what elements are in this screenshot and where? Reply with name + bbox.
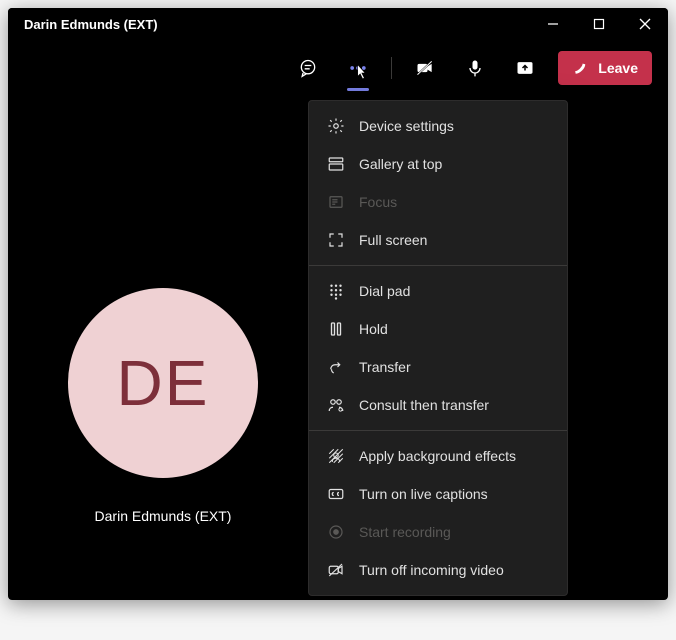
hold-icon (327, 320, 345, 338)
minimize-button[interactable] (530, 8, 576, 40)
participant-name: Darin Edmunds (EXT) (48, 508, 278, 524)
transfer-icon (327, 358, 345, 376)
microphone-icon[interactable] (458, 51, 492, 85)
fullscreen-icon (327, 231, 345, 249)
participant-tile: DE Darin Edmunds (EXT) (48, 288, 278, 524)
menu-label: Gallery at top (359, 156, 442, 172)
menu-consult-transfer[interactable]: Consult then transfer (309, 386, 567, 424)
menu-hold[interactable]: Hold (309, 310, 567, 348)
gear-icon (327, 117, 345, 135)
menu-label: Device settings (359, 118, 454, 134)
menu-label: Dial pad (359, 283, 410, 299)
dialpad-icon (327, 282, 345, 300)
menu-device-settings[interactable]: Device settings (309, 107, 567, 145)
maximize-button[interactable] (576, 8, 622, 40)
hangup-icon (572, 59, 590, 77)
menu-label: Consult then transfer (359, 397, 489, 413)
avatar-initials: DE (117, 346, 210, 420)
menu-background-effects[interactable]: Apply background effects (309, 437, 567, 475)
share-screen-icon[interactable] (508, 51, 542, 85)
menu-transfer[interactable]: Transfer (309, 348, 567, 386)
background-effects-icon (327, 447, 345, 465)
window-title: Darin Edmunds (EXT) (24, 17, 158, 32)
menu-start-recording: Start recording (309, 513, 567, 551)
menu-label: Turn off incoming video (359, 562, 504, 578)
consult-transfer-icon (327, 396, 345, 414)
menu-gallery-at-top[interactable]: Gallery at top (309, 145, 567, 183)
separator (391, 57, 392, 79)
more-actions-menu: Device settings Gallery at top Focus Ful… (308, 100, 568, 596)
call-toolbar: Leave (8, 40, 668, 96)
menu-focus: Focus (309, 183, 567, 221)
menu-separator (309, 265, 567, 266)
leave-button[interactable]: Leave (558, 51, 652, 85)
menu-separator (309, 430, 567, 431)
camera-off-icon[interactable] (408, 51, 442, 85)
menu-label: Hold (359, 321, 388, 337)
close-button[interactable] (622, 8, 668, 40)
menu-label: Turn on live captions (359, 486, 488, 502)
gallery-icon (327, 155, 345, 173)
record-icon (327, 523, 345, 541)
teams-call-window: Darin Edmunds (EXT) (8, 8, 668, 600)
window-controls (530, 8, 668, 40)
leave-label: Leave (598, 60, 638, 76)
focus-icon (327, 193, 345, 211)
menu-label: Full screen (359, 232, 427, 248)
menu-label: Apply background effects (359, 448, 516, 464)
menu-turn-off-incoming-video[interactable]: Turn off incoming video (309, 551, 567, 589)
incoming-video-off-icon (327, 561, 345, 579)
menu-dial-pad[interactable]: Dial pad (309, 272, 567, 310)
menu-full-screen[interactable]: Full screen (309, 221, 567, 259)
avatar: DE (68, 288, 258, 478)
menu-label: Focus (359, 194, 397, 210)
menu-live-captions[interactable]: Turn on live captions (309, 475, 567, 513)
titlebar: Darin Edmunds (EXT) (8, 8, 668, 40)
captions-icon (327, 485, 345, 503)
chat-icon[interactable] (291, 51, 325, 85)
more-actions-icon[interactable] (341, 51, 375, 85)
menu-label: Start recording (359, 524, 451, 540)
menu-label: Transfer (359, 359, 411, 375)
